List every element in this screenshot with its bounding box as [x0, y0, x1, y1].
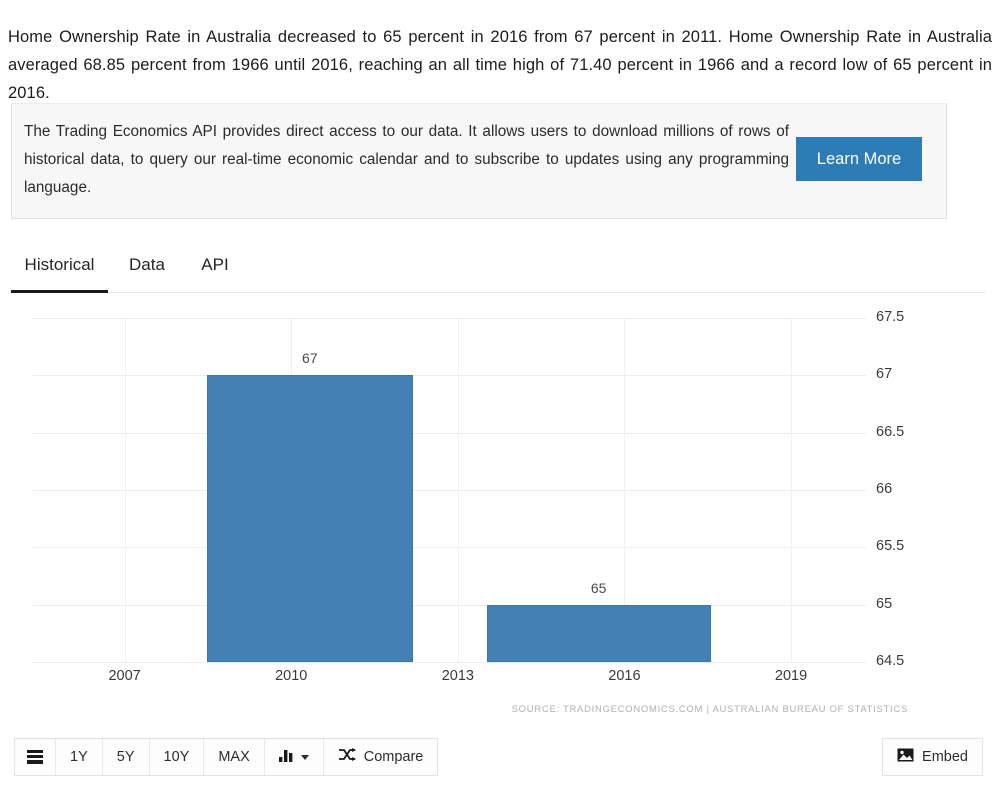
tab-data[interactable]: Data: [118, 243, 176, 293]
chart-plot-area[interactable]: 67 65: [33, 318, 866, 663]
image-icon: [897, 748, 914, 766]
range-button-5y[interactable]: 5Y: [102, 739, 150, 775]
api-promo-text: The Trading Economics API provides direc…: [24, 123, 789, 196]
compare-button[interactable]: Compare: [323, 739, 438, 775]
embed-label: Embed: [922, 749, 968, 765]
y-axis-tick-label: 66: [876, 481, 893, 497]
x-axis-tick-label: 2007: [108, 668, 141, 684]
gridline-vertical: [124, 318, 126, 662]
gridline-vertical: [457, 318, 459, 662]
shuffle-icon: [338, 748, 356, 766]
chart-type-dropdown[interactable]: [264, 739, 324, 775]
y-axis-tick-label: 67.5: [876, 309, 905, 325]
chart-bar[interactable]: [206, 375, 413, 662]
embed-button[interactable]: Embed: [882, 738, 983, 776]
y-axis-tick-label: 64.5: [876, 653, 905, 669]
range-button-10y[interactable]: 10Y: [149, 739, 205, 775]
chart-container[interactable]: 67 65 67.5 67 66.5 66 65.5 65 64.5 2007 2010 2013…: [0, 300, 1000, 730]
summary-paragraph: Home Ownership Rate in Australia decreas…: [8, 27, 992, 102]
page-root: Home Ownership Rate in Australia decreas…: [0, 0, 1000, 802]
compare-label: Compare: [363, 749, 424, 765]
tab-api[interactable]: API: [192, 243, 238, 293]
chevron-down-icon: [300, 754, 309, 760]
x-axis-tick-label: 2016: [608, 668, 641, 684]
y-axis-tick-label: 65.5: [876, 538, 905, 555]
bar-value-label: 67: [302, 350, 318, 367]
learn-more-button[interactable]: Learn More: [796, 137, 922, 181]
range-button-max[interactable]: MAX: [204, 739, 265, 775]
bar-chart-icon: [278, 748, 295, 766]
range-button-1y[interactable]: 1Y: [56, 739, 103, 775]
gridline-horizontal: [33, 432, 866, 434]
gridline-vertical: [791, 318, 793, 662]
x-axis-tick-label: 2019: [774, 668, 808, 684]
x-axis-tick-label: 2010: [275, 668, 308, 684]
x-axis-tick-label: 2013: [441, 668, 474, 684]
gridline-horizontal: [33, 490, 866, 491]
api-promo-box: The Trading Economics API provides direc…: [11, 103, 947, 219]
y-axis-tick-label: 67: [876, 366, 893, 383]
gridline-horizontal: [33, 547, 866, 549]
bar-value-label: 65: [590, 579, 607, 596]
gridline-horizontal: [33, 375, 866, 377]
gridline-horizontal: [33, 604, 866, 606]
gridline-horizontal: [33, 662, 866, 663]
chart-bar[interactable]: [486, 604, 711, 662]
tab-historical[interactable]: Historical: [11, 243, 108, 293]
chart-source-attribution: SOURCE: TRADINGECONOMICS.COM | AUSTRALIA…: [511, 704, 908, 715]
y-axis-tick-label: 66.5: [876, 423, 905, 440]
y-axis-tick-label: 65: [876, 595, 893, 612]
tab-bar: Historical Data API: [11, 243, 986, 293]
chart-toolbar: 1Y 5Y 10Y MAX Compare: [14, 738, 439, 776]
toolbar-menu-button[interactable]: [15, 739, 56, 775]
menu-icon: [27, 750, 43, 764]
gridline-horizontal: [33, 318, 866, 319]
